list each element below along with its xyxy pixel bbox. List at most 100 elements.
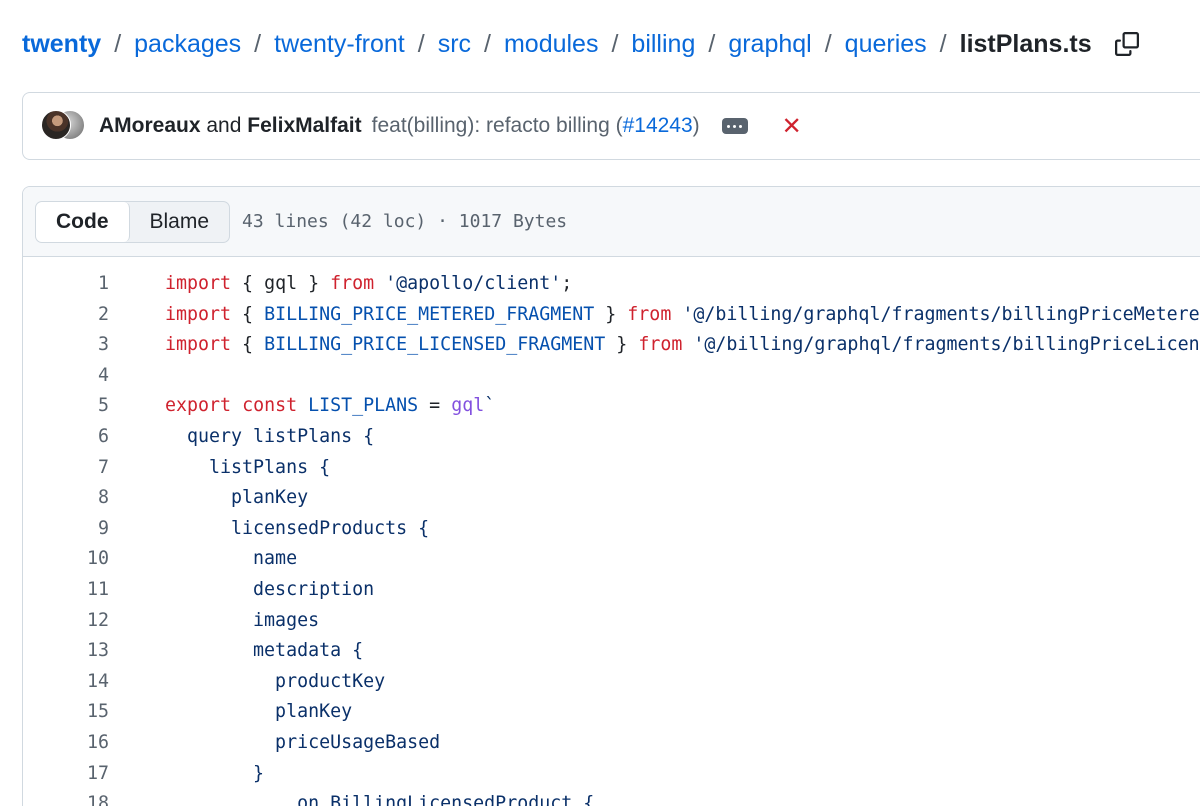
code-token: query listPlans {: [165, 425, 375, 447]
code-token: import: [165, 273, 232, 294]
line-number[interactable]: 8: [23, 483, 109, 514]
code-token: licensedProducts {: [165, 517, 430, 539]
line-number[interactable]: 13: [23, 636, 109, 667]
code-token: ;: [561, 273, 573, 294]
line-number[interactable]: 14: [23, 667, 109, 698]
latest-commit-bar: AMoreaux and FelixMalfait feat(billing):…: [22, 92, 1200, 160]
ellipsis-dot: [739, 124, 743, 128]
line-number[interactable]: 12: [23, 606, 109, 637]
breadcrumb-link-billing[interactable]: billing: [631, 30, 695, 59]
breadcrumb-link-queries[interactable]: queries: [845, 30, 927, 59]
code-content: licensedProducts {: [165, 514, 429, 545]
file-viewer: Code Blame 43 lines (42 loc) · 1017 Byte…: [22, 186, 1200, 806]
code-listing[interactable]: 1 import { gql } from '@apollo/client'; 2 i…: [23, 257, 1200, 806]
code-content: }: [165, 759, 264, 790]
breadcrumb-link-modules[interactable]: modules: [504, 30, 599, 59]
breadcrumb-link-packages[interactable]: packages: [134, 30, 241, 59]
code-token: export: [165, 395, 232, 417]
code-token: '@/billing/graphql/fragments/billingPric…: [682, 334, 1200, 356]
code-content: images: [165, 606, 319, 637]
breadcrumb-separator: /: [939, 29, 947, 58]
line-number[interactable]: 5: [23, 391, 109, 422]
check-failed-icon[interactable]: ✕: [782, 112, 802, 141]
code-token: `: [484, 395, 496, 417]
code-token: planKey: [165, 701, 353, 723]
code-token: ... on BillingLicensedProduct {: [165, 793, 595, 806]
code-token: '@/billing/graphql/fragments/billingPric…: [671, 303, 1200, 325]
author-conjunction: and: [206, 114, 242, 137]
file-info: 43 lines (42 loc) · 1017 Bytes: [242, 211, 568, 232]
code-content: query listPlans {: [165, 422, 374, 453]
code-line: 12 images: [23, 606, 1200, 637]
ellipsis-dot: [733, 124, 737, 128]
code-token: { gql }: [231, 273, 331, 294]
code-token: const: [242, 395, 298, 417]
commit-authors: AMoreaux and FelixMalfait: [99, 114, 362, 138]
code-line: 7 listPlans {: [23, 453, 1200, 484]
code-token: from: [627, 303, 672, 325]
breadcrumb-link-src[interactable]: src: [438, 30, 471, 59]
code-line: 13 metadata {: [23, 636, 1200, 667]
code-token: }: [165, 762, 265, 784]
line-number[interactable]: 9: [23, 514, 109, 545]
commit-author-link[interactable]: FelixMalfait: [247, 114, 361, 137]
line-number[interactable]: 3: [23, 330, 109, 361]
breadcrumb-link-graphql[interactable]: graphql: [728, 30, 811, 59]
breadcrumb-link-repo[interactable]: twenty: [22, 30, 101, 59]
code-token: {: [231, 334, 265, 356]
code-token: }: [594, 303, 628, 325]
code-token: BILLING_PRICE_LICENSED_FRAGMENT: [264, 334, 606, 356]
line-number[interactable]: 15: [23, 697, 109, 728]
code-line: 18 ... on BillingLicensedProduct {: [23, 789, 1200, 806]
code-token: '@apollo/client': [374, 273, 562, 294]
code-line: 15 planKey: [23, 697, 1200, 728]
line-number[interactable]: 1: [23, 269, 109, 300]
code-line: 11 description: [23, 575, 1200, 606]
code-line: 8 planKey: [23, 483, 1200, 514]
breadcrumb-current-file: listPlans.ts: [959, 29, 1092, 58]
code-token: productKey: [165, 670, 386, 692]
line-number[interactable]: 17: [23, 759, 109, 790]
code-content: productKey: [165, 667, 385, 698]
code-token: import: [165, 334, 232, 356]
breadcrumb-separator: /: [484, 29, 491, 58]
avatar: [41, 110, 71, 140]
line-number[interactable]: 10: [23, 544, 109, 575]
file-header: Code Blame 43 lines (42 loc) · 1017 Byte…: [23, 187, 1200, 257]
code-content: metadata {: [165, 636, 363, 667]
breadcrumb-separator: /: [417, 29, 425, 58]
commit-message-end: ): [692, 114, 700, 137]
commit-pr-link[interactable]: #14243: [623, 114, 693, 137]
code-content: name: [165, 544, 297, 575]
expand-commit-message-button[interactable]: [721, 118, 748, 134]
code-content: import { BILLING_PRICE_LICENSED_FRAGMENT…: [165, 330, 1200, 361]
code-token: name: [165, 548, 298, 570]
tab-blame[interactable]: Blame: [130, 202, 230, 242]
code-token: listPlans {: [165, 456, 331, 478]
tab-code[interactable]: Code: [36, 201, 130, 242]
code-content: import { gql } from '@apollo/client';: [165, 269, 572, 300]
code-content: description: [165, 575, 374, 606]
ellipsis-dot: [727, 124, 731, 128]
code-content: priceUsageBased: [165, 728, 440, 759]
commit-message[interactable]: feat(billing): refacto billing (#14243): [372, 114, 700, 138]
line-number[interactable]: 7: [23, 453, 109, 484]
line-number[interactable]: 16: [23, 728, 109, 759]
line-number[interactable]: 4: [23, 361, 109, 392]
line-number[interactable]: 11: [23, 575, 109, 606]
code-line: 14 productKey: [23, 667, 1200, 698]
code-line: 16 priceUsageBased: [23, 728, 1200, 759]
line-number[interactable]: 18: [23, 789, 109, 806]
code-line: 10 name: [23, 544, 1200, 575]
code-line: 17 }: [23, 759, 1200, 790]
commit-author-link[interactable]: AMoreaux: [99, 114, 201, 137]
line-number[interactable]: 2: [23, 300, 109, 331]
author-avatars[interactable]: [41, 110, 91, 142]
breadcrumb-separator: /: [708, 29, 716, 58]
breadcrumb-link-twenty-front[interactable]: twenty-front: [274, 30, 405, 59]
copy-path-icon[interactable]: [1114, 31, 1140, 57]
line-number[interactable]: 6: [23, 422, 109, 453]
code-line: 5 export const LIST_PLANS = gql`: [23, 391, 1200, 422]
